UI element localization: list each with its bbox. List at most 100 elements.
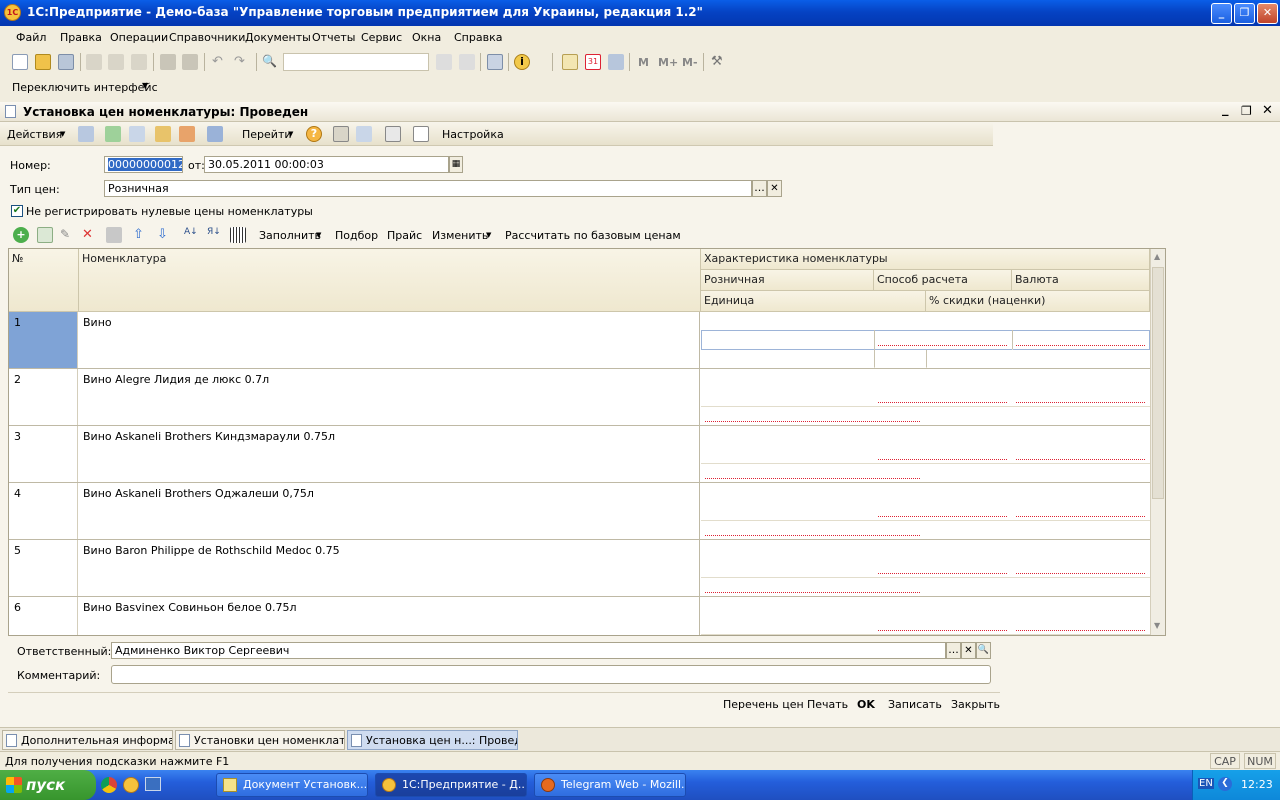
calendar-picker-icon[interactable]: ▦ [449,156,463,173]
doc-minimize-icon[interactable]: _ [1222,102,1229,117]
date-field[interactable]: 30.05.2011 00:00:03 [204,156,449,173]
prices-table[interactable]: № Номенклатура Характеристика номенклату… [8,248,1166,636]
goto-menu[interactable]: Перейти [242,128,292,141]
sort-desc-icon[interactable]: Я↓ [207,227,223,243]
search-icon[interactable]: 🔍 [262,54,278,70]
barcode-icon[interactable] [230,227,246,243]
1c-quick-icon[interactable] [123,777,139,793]
price-button[interactable]: Прайс [387,229,422,242]
table-row[interactable]: 3 Вино Askaneli Brothers Киндзмараули 0.… [9,426,1150,483]
col-header-method[interactable]: Способ расчета [874,270,1012,291]
memory-plus-button[interactable]: M+ [658,56,678,69]
comment-field[interactable] [111,665,991,684]
doc-close-icon[interactable]: ✕ [1262,103,1273,118]
save-icon[interactable] [58,54,74,70]
memory-minus-button[interactable]: M- [682,56,698,69]
preview-icon[interactable] [182,54,198,70]
users-icon[interactable] [608,54,624,70]
copy-doc-icon[interactable] [129,126,145,142]
select-ellipsis-icon[interactable]: ... [752,180,767,197]
menu-service[interactable]: Сервис [361,31,402,44]
number-field[interactable]: 00000000012 [104,156,183,173]
task-document[interactable]: Документ Установк... [216,773,368,797]
col-header-num[interactable]: № [9,249,79,312]
tab-price-settings-list[interactable]: Установки цен номенклату... [175,730,345,750]
col-header-unit[interactable]: Единица [701,291,926,312]
export-icon[interactable] [155,126,171,142]
move-down-icon[interactable]: ⇩ [157,227,173,243]
chrome-icon[interactable] [101,777,117,793]
table-row[interactable]: 5 Вино Baron Philippe de Rothschild Medo… [9,540,1150,597]
tab-additional-info[interactable]: Дополнительная информац... [2,730,173,750]
structure-icon[interactable] [207,126,223,142]
task-telegram[interactable]: Telegram Web - Mozill... [534,773,686,797]
paste-icon[interactable] [131,54,147,70]
scroll-down-icon[interactable]: ▼ [1154,621,1160,630]
table-row[interactable]: 2 Вино Alegre Лидия де люкс 0.7л [9,369,1150,426]
desktop-icon[interactable] [145,777,161,791]
responsible-search-icon[interactable]: 🔍 [976,642,991,659]
help-icon[interactable]: ? [306,126,322,142]
windows-icon[interactable] [487,54,503,70]
post-icon[interactable] [78,126,94,142]
menu-edit[interactable]: Правка [60,31,102,44]
ok-button[interactable]: OK [857,698,875,711]
add-row-icon[interactable]: + [13,227,29,243]
table-row[interactable]: 6 Вино Basvinex Совиньон белое 0.75л [9,597,1150,635]
col-header-char[interactable]: Характеристика номенклатуры [701,249,1150,270]
tray-arrow-icon[interactable]: ❮ [1218,777,1232,791]
clear-icon[interactable]: ✕ [767,180,782,197]
close-button[interactable]: Закрыть [951,698,1000,711]
col-header-retail[interactable]: Розничная [701,270,874,291]
copy-row-icon[interactable] [37,227,53,243]
cut-icon[interactable] [86,54,102,70]
find-prev-icon[interactable] [459,54,475,70]
chevron-down-icon[interactable]: ▼ [142,81,148,90]
menu-reports[interactable]: Отчеты [312,31,355,44]
info-icon[interactable]: i [514,54,530,70]
refresh-icon[interactable] [105,126,121,142]
menu-operations[interactable]: Операции [110,31,168,44]
print-doc-icon[interactable] [413,126,429,142]
table-row[interactable]: 1 Вино [9,312,1150,369]
memory-m-button[interactable]: M [638,56,649,69]
doc-restore-icon[interactable]: ❐ [1241,104,1252,118]
pick-button[interactable]: Подбор [335,229,378,242]
price-list-button[interactable]: Перечень цен [723,698,804,711]
fill-button[interactable]: Заполнить [259,229,321,242]
responsible-field[interactable]: Админенко Виктор Сергеевич [111,642,946,659]
copy-icon[interactable] [108,54,124,70]
menu-documents[interactable]: Документы [245,31,311,44]
edit-row-icon[interactable]: ✎ [60,227,76,243]
calculator-icon[interactable] [562,54,578,70]
find-next-icon[interactable] [436,54,452,70]
end-edit-icon[interactable] [106,227,122,243]
close-icon[interactable]: ✕ [1257,3,1278,24]
zero-prices-checkbox[interactable]: ✔ [11,205,23,217]
save-button[interactable]: Записать [888,698,942,711]
undo-icon[interactable]: ↶ [212,54,228,70]
responsible-clear-icon[interactable]: ✕ [961,642,976,659]
menu-windows[interactable]: Окна [412,31,441,44]
scroll-thumb[interactable] [1152,267,1164,499]
change-button[interactable]: Изменить [432,229,488,242]
col-header-discount[interactable]: % скидки (наценки) [926,291,1150,312]
print-icon[interactable] [160,54,176,70]
list-icon[interactable] [356,126,372,142]
settings-button[interactable]: Настройка [442,128,504,141]
col-header-name[interactable]: Номенклатура [79,249,701,312]
search-input[interactable] [283,53,429,71]
movements-icon[interactable] [333,126,349,142]
start-button[interactable]: пуск [0,770,96,800]
tools-icon[interactable]: ⚒ [711,54,727,70]
actions-menu[interactable]: Действия [7,128,62,141]
new-document-icon[interactable] [12,54,28,70]
switch-interface-button[interactable]: Переключить интерфейс [12,81,158,94]
tab-current-document[interactable]: Установка цен н...: Проведен [347,730,518,750]
calendar-icon[interactable]: 31 [585,54,601,70]
table-scrollbar[interactable]: ▲ ▼ [1150,249,1165,635]
move-up-icon[interactable]: ⇧ [133,227,149,243]
col-header-currency[interactable]: Валюта [1012,270,1150,291]
print-button[interactable]: Печать [807,698,848,711]
menu-help[interactable]: Справка [454,31,502,44]
